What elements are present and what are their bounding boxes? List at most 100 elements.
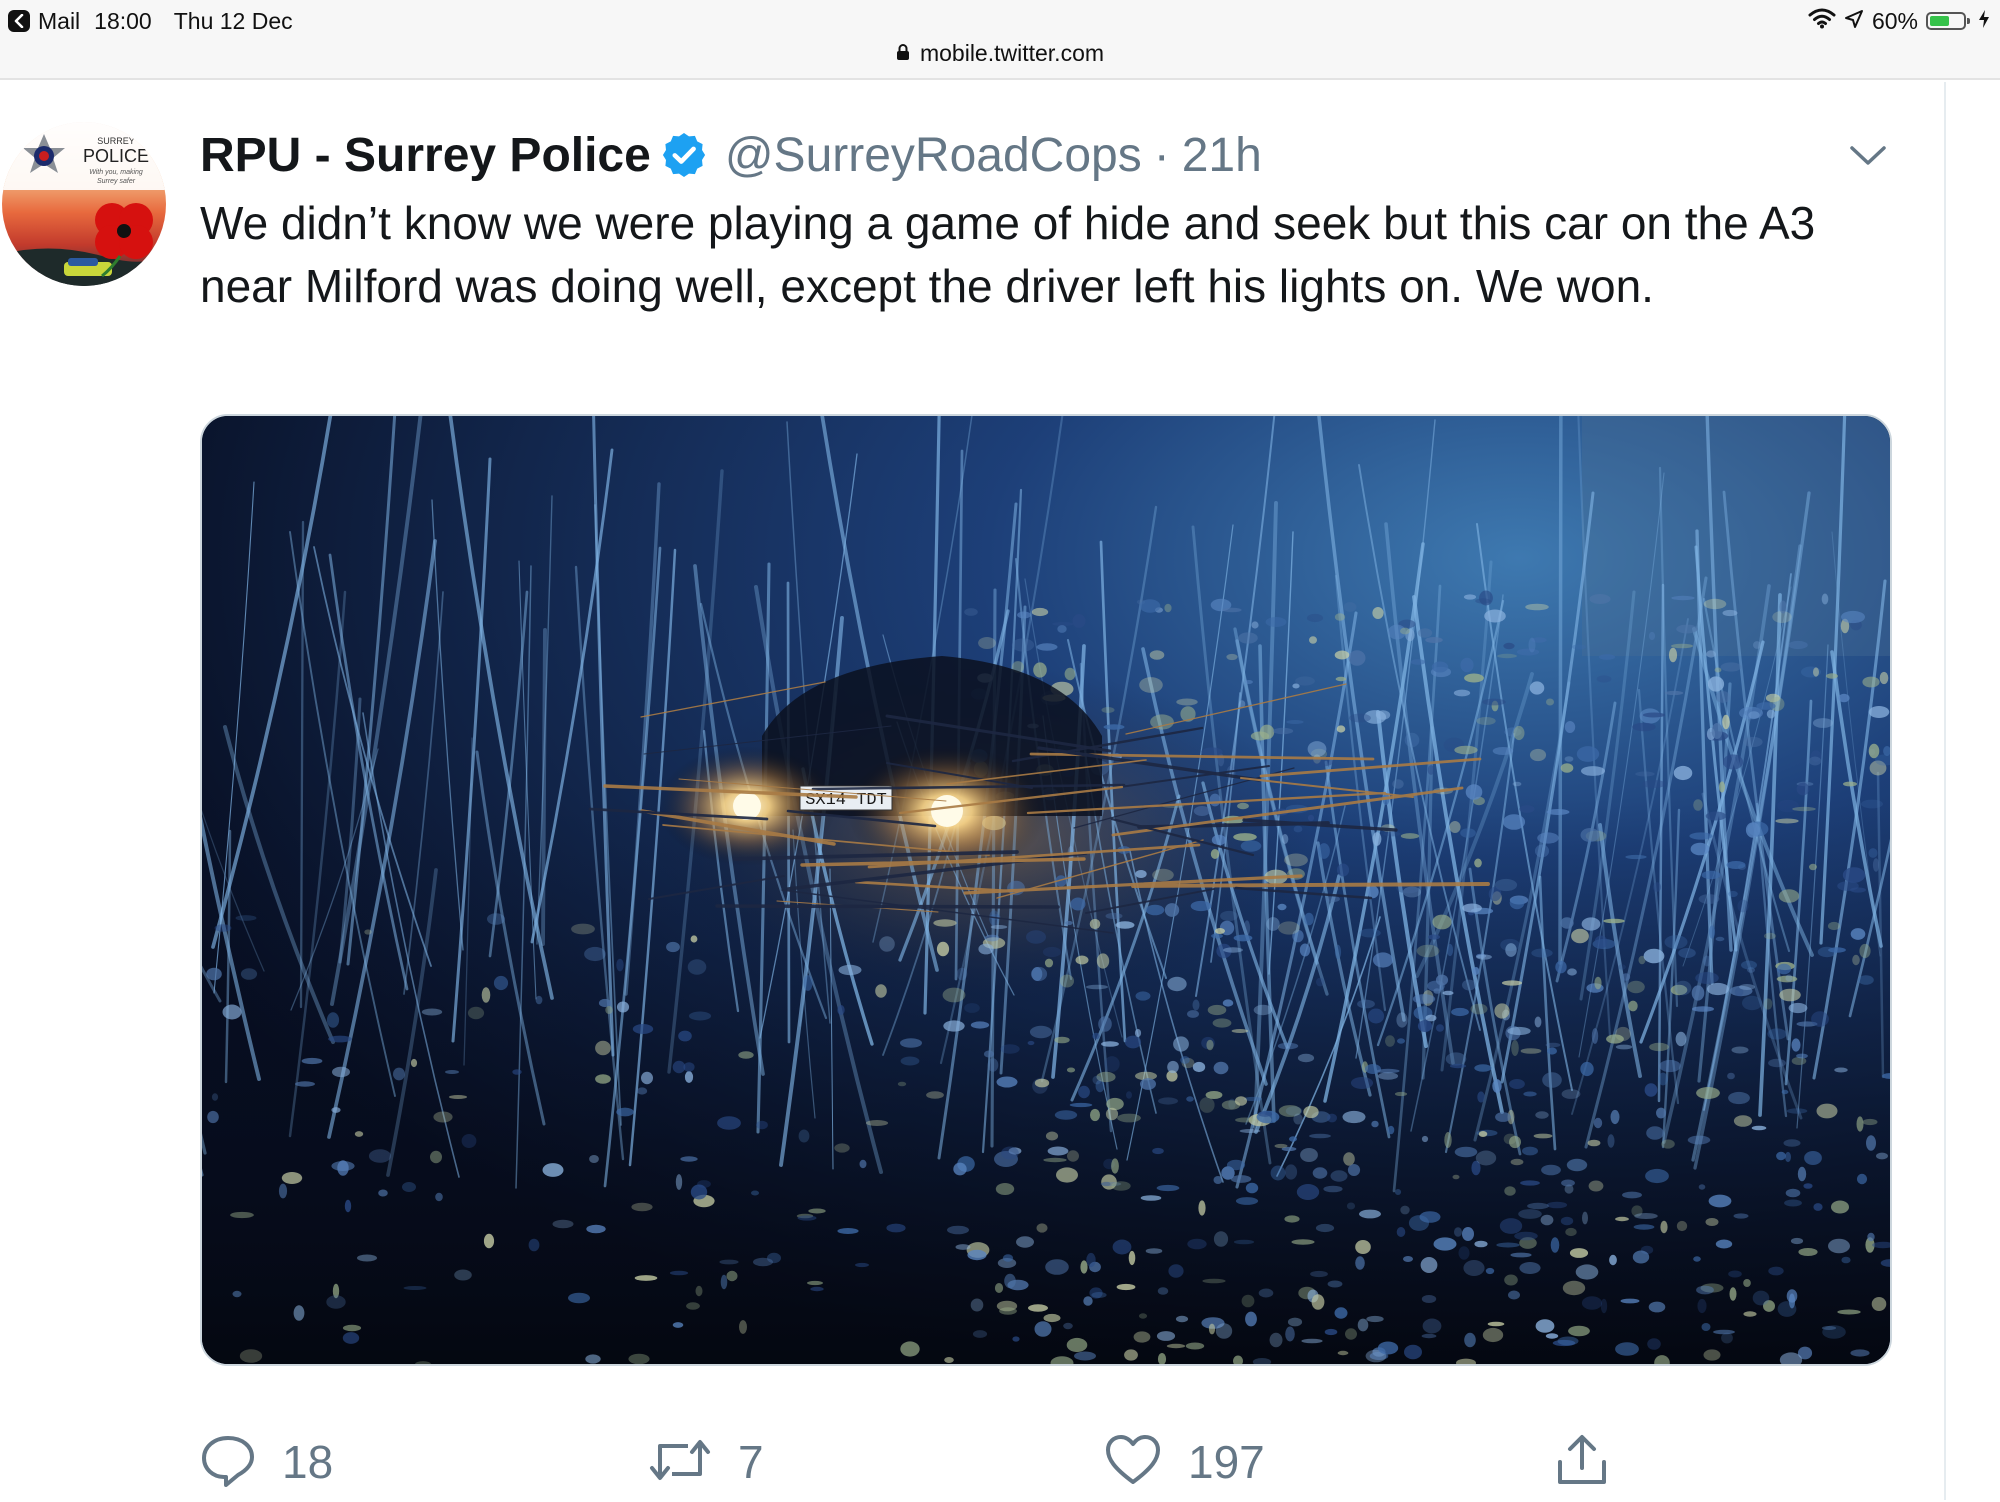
photo-leaf (1763, 932, 1777, 940)
photo-leaf (1403, 1256, 1413, 1262)
photo-leaf (332, 1066, 350, 1078)
page-edge (1946, 82, 2000, 1500)
photo-leaf (430, 1150, 442, 1164)
photo-leaf (1449, 821, 1461, 833)
photo-leaf (1359, 1209, 1381, 1219)
photo-leaf (1627, 980, 1645, 994)
photo-leaf (1868, 706, 1890, 718)
timestamp[interactable]: 21h (1182, 128, 1262, 183)
photo-leaf (1002, 1254, 1014, 1262)
tweet-photo[interactable]: SX14 TDT (200, 414, 1892, 1366)
photo-leaf (1701, 1323, 1711, 1331)
photo-leaf (344, 1199, 352, 1213)
photo-leaf (1404, 732, 1420, 748)
photo-leaf (1044, 958, 1054, 968)
photo-leaf (1658, 1072, 1668, 1086)
photo-leaf (1173, 1036, 1189, 1052)
photo-leaf (1648, 631, 1656, 641)
back-to-app-label[interactable]: Mail (38, 8, 80, 35)
photo-leaf (1635, 771, 1655, 777)
like-button[interactable]: 197 (1104, 1422, 1265, 1502)
photo-leaf (1293, 825, 1303, 833)
photo-leaf (295, 1081, 315, 1087)
photo-leaf (368, 1149, 392, 1163)
photo-leaf (886, 1223, 906, 1233)
photo-leaf (1743, 1279, 1751, 1287)
photo-leaf (1033, 662, 1047, 678)
url-text[interactable]: mobile.twitter.com (920, 40, 1104, 67)
address-bar[interactable]: mobile.twitter.com (0, 38, 2000, 68)
photo-leaf (1192, 1061, 1206, 1073)
photo-leaf (1767, 1028, 1787, 1040)
photo-leaf (1012, 1336, 1020, 1342)
reply-button[interactable]: 18 (200, 1422, 333, 1502)
photo-leaf (1454, 745, 1478, 755)
photo-leaf (1400, 833, 1420, 839)
photo-leaf (1519, 1262, 1541, 1274)
photo-leaf (865, 1120, 889, 1126)
photo-leaf (1698, 1184, 1706, 1190)
photo-leaf (1476, 954, 1492, 960)
photo-leaf (1701, 870, 1721, 880)
photo-leaf (1036, 643, 1058, 651)
photo-leaf (1715, 936, 1725, 942)
photo-leaf (1560, 1216, 1574, 1226)
photo-leaf (1251, 621, 1259, 629)
photo-leaf (1105, 1107, 1119, 1121)
photo-leaf (1510, 1158, 1524, 1166)
photo-leaf (1286, 720, 1304, 724)
photo-twig (1131, 882, 1490, 888)
photo-leaf (1560, 917, 1574, 929)
photo-leaf (1555, 960, 1567, 974)
display-name[interactable]: RPU - Surrey Police (200, 128, 651, 183)
photo-leaf (1861, 799, 1883, 809)
photo-leaf (1238, 632, 1258, 644)
photo-leaf (1741, 960, 1757, 970)
photo-leaf (1065, 920, 1073, 926)
photo-leaf (1622, 1191, 1642, 1199)
share-button[interactable] (1554, 1422, 1610, 1502)
photo-leaf (995, 1183, 1015, 1195)
photo-leaf (1198, 1200, 1206, 1216)
back-to-app-icon[interactable] (8, 10, 30, 32)
photo-leaf (1152, 868, 1174, 882)
retweet-button[interactable]: 7 (648, 1422, 764, 1502)
photo-leaf (1534, 844, 1550, 858)
photo-leaf (1417, 628, 1433, 638)
photo-leaf (1600, 1298, 1608, 1314)
photo-leaf (328, 1035, 352, 1043)
photo-leaf (461, 1134, 477, 1148)
photo-leaf (996, 1076, 1018, 1088)
photo-leaf (1404, 1344, 1422, 1360)
avatar[interactable]: SURREY POLICE With you, making Surrey sa… (2, 122, 166, 286)
photo-leaf (717, 1116, 741, 1130)
photo-leaf (1482, 1327, 1504, 1343)
photo-leaf (936, 941, 950, 957)
photo-leaf (1460, 657, 1474, 673)
photo-leaf (1739, 984, 1755, 990)
photo-leaf (1509, 896, 1525, 910)
photo-leaf (1501, 980, 1523, 986)
photo-leaf (1531, 948, 1553, 958)
photo-leaf (955, 1244, 971, 1250)
photo-leaf (900, 1056, 920, 1066)
photo-leaf (1452, 1174, 1460, 1180)
chevron-down-icon[interactable] (1842, 130, 1894, 182)
photo-leaf (1222, 999, 1234, 1007)
photo-leaf (1502, 814, 1526, 830)
tweet[interactable]: SURREY POLICE With you, making Surrey sa… (0, 82, 1946, 1500)
photo-leaf (1693, 1256, 1701, 1262)
photo-leaf (1239, 1129, 1261, 1133)
photo-leaf (1385, 1035, 1395, 1047)
handle[interactable]: @SurreyRoadCops (725, 128, 1142, 183)
avatar-top-text: SURREY (97, 136, 135, 146)
photo-leaf (1550, 1237, 1560, 1253)
photo-leaf (636, 1087, 648, 1095)
tweet-actions: 18 7 197 (200, 1422, 1620, 1502)
photo-leaf (1103, 724, 1125, 730)
photo-leaf (605, 1006, 613, 1014)
photo-leaf (1499, 1218, 1523, 1234)
photo-leaf (1078, 1085, 1090, 1099)
photo-leaf (1371, 1120, 1379, 1128)
photo-leaf (1876, 1152, 1888, 1160)
